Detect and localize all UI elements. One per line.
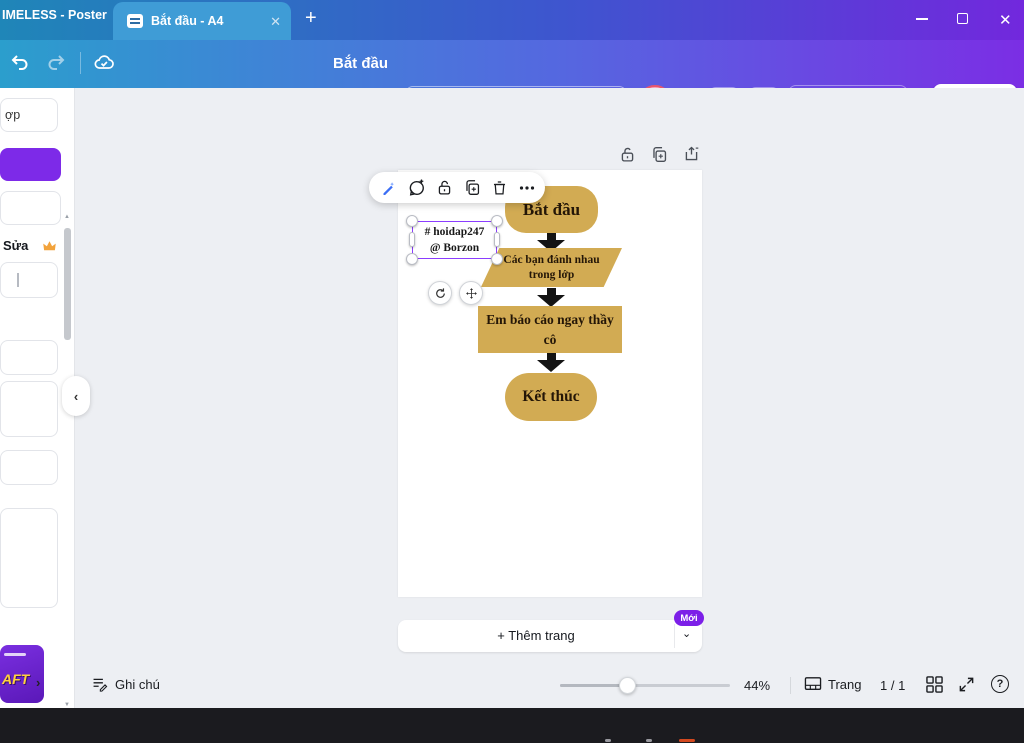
crown-icon	[43, 240, 57, 250]
redo-icon[interactable]	[44, 50, 68, 74]
tab-inactive-title: IMELESS - Poster	[2, 8, 107, 22]
node-label: Em báo cáo ngay thầy cô	[486, 311, 614, 347]
pages-view-button[interactable]: Trang	[804, 676, 861, 692]
comment-add-icon[interactable]	[408, 178, 426, 197]
duplicate-icon[interactable]	[464, 179, 481, 196]
page-add-icon[interactable]	[683, 146, 700, 163]
flowchart-arrow-icon[interactable]	[537, 353, 565, 372]
selection-handle-se[interactable]	[491, 253, 503, 265]
page-lock-icon[interactable]	[619, 146, 636, 163]
panel-card[interactable]	[0, 381, 58, 437]
panel-card[interactable]	[0, 340, 58, 375]
zoom-value: 44%	[744, 678, 771, 693]
page-duplicate-icon[interactable]	[651, 146, 668, 163]
screen: IMELESS - Poster ✕ Bắt đầu - A4 ✕ + ✕ Bắ…	[0, 0, 1024, 743]
undo-icon[interactable]	[8, 50, 32, 74]
panel-primary-button[interactable]	[0, 148, 61, 181]
zoom-slider[interactable]	[560, 676, 730, 694]
running-indicator	[605, 739, 611, 742]
thumbnail-text: AFT	[2, 671, 30, 687]
thumbnail-next-chevron-icon[interactable]: ›	[36, 675, 40, 690]
edit-label: Sửa	[3, 238, 29, 253]
running-indicator	[646, 739, 652, 742]
node-label: Kết thúc	[522, 388, 580, 405]
add-page-label: + Thêm trang	[497, 628, 575, 643]
panel-edit-row: Sửa	[3, 238, 57, 253]
page-view-label: Trang	[828, 676, 862, 692]
move-handle[interactable]	[459, 281, 483, 305]
zoom-slider-knob[interactable]	[619, 676, 636, 694]
new-badge: Mới	[674, 610, 704, 626]
lock-icon[interactable]	[436, 179, 453, 196]
notes-label: Ghi chú	[115, 677, 160, 692]
textbox-line1: # hoidap247	[424, 226, 485, 238]
selected-textbox[interactable]: # hoidap247 @ Borzon	[412, 221, 497, 259]
new-tab-button[interactable]: +	[305, 7, 317, 30]
node-label: Các bạn đánh nhau trong lớp	[503, 253, 600, 281]
notes-icon	[93, 678, 108, 692]
tab-favicon-printer-icon	[127, 14, 143, 28]
textbox-line2: @ Borzon	[429, 242, 480, 254]
selection-toolbar	[369, 172, 545, 203]
magic-edit-icon[interactable]	[379, 179, 397, 197]
selection-handle-ne[interactable]	[491, 215, 503, 227]
grid-view-icon[interactable]	[926, 676, 943, 693]
workspace: Bắt đầu Các bạn đánh nhau trong lớp Em b…	[75, 88, 1024, 708]
rotate-handle[interactable]	[428, 281, 452, 305]
divider	[790, 677, 791, 694]
window-minimize-button[interactable]	[916, 18, 928, 20]
panel-card[interactable]	[0, 191, 61, 225]
more-options-icon[interactable]	[519, 180, 535, 196]
rotate-icon	[435, 287, 445, 298]
panel-input-text: ợp	[5, 108, 21, 122]
sidebar-collapse-button[interactable]: ‹	[62, 376, 90, 416]
active-indicator	[679, 739, 695, 742]
panel-search-input[interactable]	[0, 262, 58, 298]
page-view-icon	[804, 677, 822, 690]
fullscreen-icon[interactable]	[958, 676, 975, 693]
window-close-button[interactable]: ✕	[999, 11, 1012, 29]
selection-handle-w[interactable]	[409, 232, 415, 247]
window-restore-button[interactable]	[957, 13, 968, 24]
flowchart-node-io[interactable]: Các bạn đánh nhau trong lớp	[481, 248, 622, 287]
cloud-saved-icon	[92, 51, 116, 75]
flowchart-node-process[interactable]: Em báo cáo ngay thầy cô	[478, 306, 622, 353]
notes-button[interactable]: Ghi chú	[91, 676, 160, 693]
tab-active-title: Bắt đầu - A4	[151, 14, 224, 28]
add-page-button[interactable]: + Thêm trang ⌄ Mới	[398, 610, 704, 652]
canva-header: Bắt đầu Dùng thử bản Pro trong 30 ngày +…	[0, 40, 1024, 120]
move-icon	[465, 287, 477, 299]
tab-close-icon[interactable]: ✕	[270, 15, 281, 28]
help-button[interactable]: ?	[991, 675, 1009, 693]
tab-active[interactable]: Bắt đầu - A4 ✕	[113, 2, 291, 40]
selection-handle-sw[interactable]	[406, 253, 418, 265]
windows-taskbar: Search	[0, 708, 1024, 743]
panel-card[interactable]	[0, 508, 58, 608]
flowchart-node-terminator[interactable]: Kết thúc	[505, 373, 597, 421]
divider	[80, 52, 81, 74]
page-indicator: 1 / 1	[880, 678, 906, 693]
selection-handle-nw[interactable]	[406, 215, 418, 227]
header-start-link[interactable]: Bắt đầu	[333, 55, 388, 72]
browser-tab-bar: IMELESS - Poster ✕ Bắt đầu - A4 ✕ + ✕	[0, 0, 1024, 40]
template-thumbnail[interactable]: AFT	[0, 645, 44, 703]
selection-handle-e[interactable]	[494, 232, 500, 247]
delete-icon[interactable]	[491, 179, 508, 196]
flowchart-arrow-icon[interactable]	[537, 288, 565, 307]
add-page-chevron-icon[interactable]: ⌄	[682, 627, 691, 640]
panel-input-cut[interactable]: ợp	[0, 98, 58, 132]
sidebar-scrollbar[interactable]: ▲ ▼	[64, 214, 71, 710]
panel-card[interactable]	[0, 450, 58, 485]
